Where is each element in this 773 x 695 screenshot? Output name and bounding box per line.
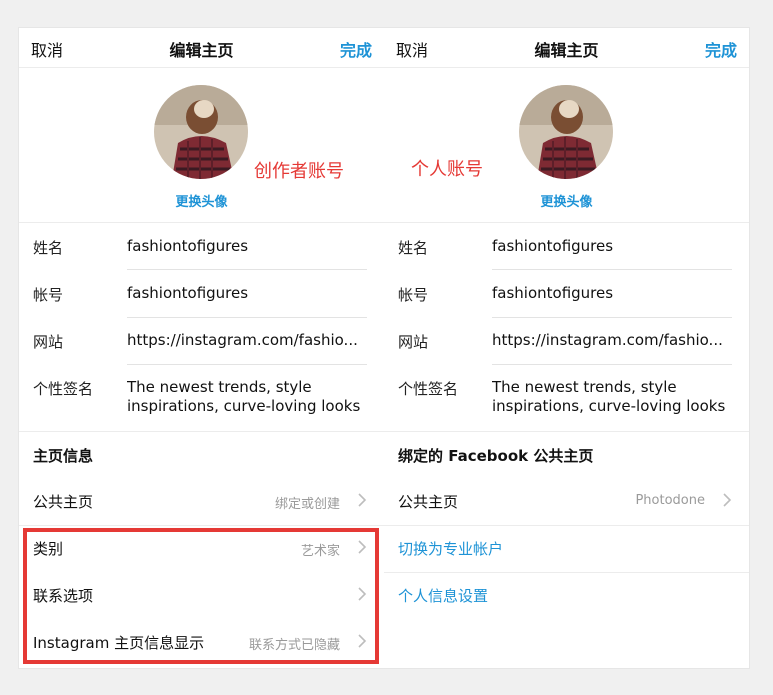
link-label[interactable]: 切换为专业帐户 xyxy=(398,538,503,559)
done-button[interactable]: 完成 xyxy=(705,37,737,61)
field-underline xyxy=(492,317,732,318)
public-page-row[interactable]: 公共主页 Photodone xyxy=(384,478,749,524)
field-value[interactable]: https://instagram.com/fashio... xyxy=(492,331,734,349)
field-label: 个性签名 xyxy=(398,380,459,398)
annotation-label: 个人账号 xyxy=(411,159,483,180)
avatar[interactable] xyxy=(519,85,613,179)
row-value: 绑定或创建 xyxy=(274,497,340,512)
page-title: 编辑主页 xyxy=(534,41,599,60)
annotation-label: 创作者账号 xyxy=(254,161,344,182)
field-underline xyxy=(492,269,732,270)
change-photo-link[interactable]: 更换头像 xyxy=(384,191,749,210)
field-value[interactable]: The newest trends, style inspirations, c… xyxy=(492,378,734,416)
avatar-section: 更换头像 个人账号 xyxy=(384,68,749,223)
highlight-box xyxy=(23,528,379,664)
section-divider xyxy=(19,431,384,432)
field-label: 网站 xyxy=(398,333,429,351)
page-title: 编辑主页 xyxy=(169,41,234,60)
nav-bar: 取消 编辑主页 完成 xyxy=(384,28,749,68)
avatar-section: 更换头像 创作者账号 xyxy=(19,68,384,223)
field-label: 网站 xyxy=(33,333,64,351)
section-title: 绑定的 Facebook 公共主页 xyxy=(398,447,594,465)
chevron-right-icon xyxy=(723,493,732,507)
nav-bar: 取消 编辑主页 完成 xyxy=(19,28,384,68)
creator-account-panel: 取消 编辑主页 完成 更换头像 创作者账号 姓名 fashiontofigure… xyxy=(19,28,384,668)
row-value: Photodone xyxy=(635,493,705,508)
personal-account-panel: 取消 编辑主页 完成 更换头像 个人账号 姓名 fashiontofigures… xyxy=(384,28,749,668)
link-label[interactable]: 个人信息设置 xyxy=(398,585,488,606)
personal-info-settings-link[interactable]: 个人信息设置 xyxy=(384,572,749,618)
field-underline xyxy=(127,364,367,365)
public-page-row[interactable]: 公共主页 绑定或创建 xyxy=(19,478,384,524)
field-label: 个性签名 xyxy=(33,380,94,398)
done-button[interactable]: 完成 xyxy=(340,37,372,61)
field-label: 姓名 xyxy=(398,239,429,257)
field-underline xyxy=(127,269,367,270)
change-photo-link[interactable]: 更换头像 xyxy=(19,191,384,210)
chevron-right-icon xyxy=(358,493,367,507)
screenshot-frame: 取消 编辑主页 完成 更换头像 创作者账号 姓名 fashiontofigure… xyxy=(19,28,749,668)
field-value[interactable]: fashiontofigures xyxy=(492,237,734,255)
switch-to-professional-link[interactable]: 切换为专业帐户 xyxy=(384,525,749,571)
avatar[interactable] xyxy=(154,85,248,179)
section-title: 主页信息 xyxy=(33,447,94,465)
row-label: 公共主页 xyxy=(33,493,94,511)
field-value[interactable]: fashiontofigures xyxy=(127,284,369,302)
field-value[interactable]: fashiontofigures xyxy=(127,237,369,255)
field-value[interactable]: The newest trends, style inspirations, c… xyxy=(127,378,369,416)
field-label: 姓名 xyxy=(33,239,64,257)
field-value[interactable]: https://instagram.com/fashio... xyxy=(127,331,369,349)
field-value[interactable]: fashiontofigures xyxy=(492,284,734,302)
section-divider xyxy=(384,431,749,432)
field-underline xyxy=(492,364,732,365)
row-label: 公共主页 xyxy=(398,493,459,511)
field-label: 帐号 xyxy=(398,286,429,304)
field-underline xyxy=(127,317,367,318)
field-label: 帐号 xyxy=(33,286,64,304)
